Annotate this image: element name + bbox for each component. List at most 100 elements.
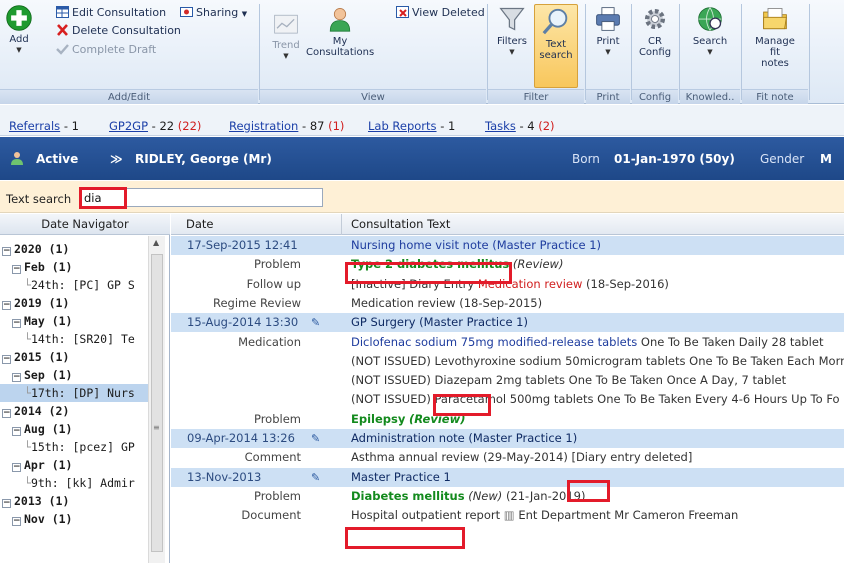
collapse-toggle-icon[interactable]: − [12, 373, 21, 382]
date-tree-item[interactable]: └15th: [pcez] GP [0, 438, 148, 456]
filters-button[interactable]: Filters ▼ [492, 4, 532, 58]
consultation-header-row[interactable]: 17-Sep-2015 12:41 Nursing home visit note… [171, 236, 844, 255]
date-tree-label: Apr (1) [24, 458, 73, 472]
date-tree-item[interactable]: − Aug (1) [0, 420, 148, 438]
date-tree-item[interactable]: − Nov (1) [0, 510, 148, 528]
table-row[interactable]: (NOT ISSUED) Paracetamol 500mg tablets O… [171, 390, 844, 409]
search-button[interactable]: Search ▼ [686, 4, 734, 58]
complete-draft-button[interactable]: Complete Draft [56, 43, 156, 57]
print-button[interactable]: Print ▼ [590, 4, 626, 58]
scrollbar[interactable]: ▲ ≡ [148, 236, 165, 563]
collapse-toggle-icon[interactable]: − [12, 427, 21, 436]
scroll-up-icon[interactable]: ▲ [153, 238, 159, 247]
referrals-link[interactable]: Referrals - 1 [9, 119, 79, 133]
entry-type: Document [241, 508, 301, 523]
highlight-box [345, 262, 512, 284]
edit-note-icon[interactable]: ✎ [311, 429, 320, 448]
table-row[interactable]: Document Hospital outpatient report ▥ Ent… [171, 506, 844, 525]
view-deleted-icon [396, 6, 409, 18]
referrals-label[interactable]: Referrals [9, 119, 60, 133]
date-tree-label: Nov (1) [24, 512, 73, 526]
edit-note-icon[interactable]: ✎ [311, 468, 320, 487]
registration-label[interactable]: Registration [229, 119, 298, 133]
table-row[interactable]: Comment Asthma annual review (29-May-2014… [171, 448, 844, 467]
tree-connector-icon: └ [24, 440, 31, 454]
column-header-consultation-text[interactable]: Consultation Text [351, 214, 450, 235]
checkmark-icon [56, 44, 69, 55]
table-row[interactable]: (NOT ISSUED) Levothyroxine sodium 50micr… [171, 352, 844, 371]
table-row[interactable]: Problem Diabetes mellitus (New) (21-Jan-2… [171, 487, 844, 506]
date-tree-label: Feb (1) [24, 260, 73, 274]
funnel-icon [499, 7, 525, 31]
collapse-toggle-icon[interactable]: − [12, 463, 21, 472]
collapse-toggle-icon[interactable]: − [2, 247, 11, 256]
lab-reports-link[interactable]: Lab Reports - 1 [368, 119, 455, 133]
view-deleted-button[interactable]: View Deleted [396, 6, 485, 20]
table-row[interactable]: Regime Review Medication review (18-Sep-2… [171, 294, 844, 313]
my-consultations-label: My Consultations [306, 36, 375, 58]
collapse-toggle-icon[interactable]: − [2, 499, 11, 508]
collapse-toggle-icon[interactable]: − [12, 319, 21, 328]
collapse-toggle-icon[interactable]: − [2, 355, 11, 364]
group-label-knowledge: Knowled.. [680, 89, 740, 104]
date-tree-label: 17th: [DP] Nurs [30, 386, 135, 400]
table-row[interactable]: (NOT ISSUED) Diazepam 2mg tablets One To… [171, 371, 844, 390]
date-tree-item[interactable]: −2019 (1) [0, 294, 148, 312]
group-divider [809, 4, 810, 100]
trend-label: Trend [272, 40, 300, 51]
trend-button[interactable]: Trend ▼ [268, 12, 304, 62]
date-tree-item[interactable]: − Apr (1) [0, 456, 148, 474]
date-tree-label: Sep (1) [24, 368, 73, 382]
date-tree-item[interactable]: └14th: [SR20] Te [0, 330, 148, 348]
sharing-icon [180, 7, 193, 17]
add-button[interactable]: Add ▼ [4, 4, 34, 56]
sharing-button[interactable]: Sharing ▼ [180, 6, 247, 21]
table-row[interactable]: Problem Epilepsy (Review) [171, 410, 844, 429]
table-row[interactable]: Medication Diclofenac sodium 75mg modifie… [171, 333, 844, 352]
date-tree-item[interactable]: − Sep (1) [0, 366, 148, 384]
collapse-toggle-icon[interactable]: − [2, 409, 11, 418]
consultation-text: Epilepsy (Review) [351, 410, 844, 429]
gp2gp-unread-count: (22) [177, 119, 202, 133]
date-tree-item[interactable]: └24th: [PC] GP S [0, 276, 148, 294]
collapse-toggle-icon[interactable]: − [12, 517, 21, 526]
collapse-toggle-icon[interactable]: − [12, 265, 21, 274]
expand-chevron-icon[interactable]: ≫ [110, 152, 123, 166]
date-tree-item[interactable]: └9th: [kk] Admir [0, 474, 148, 492]
tasks-link[interactable]: Tasks - 4 (2) [485, 119, 555, 133]
date-tree-item[interactable]: − Feb (1) [0, 258, 148, 276]
my-consultations-button[interactable]: My Consultations [306, 4, 374, 58]
group-label-fit-note: Fit note [742, 89, 808, 104]
date-tree-item[interactable]: −2013 (1) [0, 492, 148, 510]
document-attachment-icon[interactable]: ▥ [500, 508, 518, 522]
date-tree-item[interactable]: −2015 (1) [0, 348, 148, 366]
consultation-header-row[interactable]: 15-Aug-2014 13:30 ✎ GP Surgery (Master Pra… [171, 313, 844, 333]
consultation-header-row[interactable]: 13-Nov-2013 ✎ Master Practice 1 [171, 467, 844, 487]
collapse-toggle-icon[interactable]: − [2, 301, 11, 310]
text-search-button[interactable]: Text search [534, 4, 578, 88]
scrollbar-thumb[interactable] [151, 254, 163, 552]
date-tree-item[interactable]: └17th: [DP] Nurs [0, 384, 148, 402]
edit-consultation-button[interactable]: Edit Consultation [56, 6, 166, 20]
entry-type: Comment [244, 450, 301, 465]
consultation-text: Medication review (18-Sep-2015) [351, 294, 844, 313]
cr-config-button[interactable]: CR Config [636, 4, 674, 58]
delete-consultation-button[interactable]: Delete Consultation [56, 24, 181, 38]
consultation-header-row[interactable]: 09-Apr-2014 13:26 ✎ Administration note (M… [171, 429, 844, 448]
date-tree-item[interactable]: −2020 (1) [0, 240, 148, 258]
date-tree-item[interactable]: −2014 (2) [0, 402, 148, 420]
print-label: Print [596, 36, 620, 47]
date-tree-item[interactable]: − May (1) [0, 312, 148, 330]
tree-connector-icon: └ [24, 278, 31, 292]
consultation-text: Administration note (Master Practice 1) [351, 429, 844, 448]
consultation-title: Master Practice 1 [351, 469, 451, 484]
lab-reports-label[interactable]: Lab Reports [368, 119, 437, 133]
date-tree-label: 9th: [kk] Admir [30, 476, 135, 490]
gp2gp-link[interactable]: GP2GP - 22 (22) [109, 119, 201, 133]
column-header-date[interactable]: Date [186, 214, 214, 235]
manage-fit-notes-button[interactable]: Manage fit notes [746, 4, 804, 69]
gp2gp-label[interactable]: GP2GP [109, 119, 148, 133]
tasks-label[interactable]: Tasks [485, 119, 516, 133]
registration-link[interactable]: Registration - 87 (1) [229, 119, 344, 133]
edit-note-icon[interactable]: ✎ [311, 313, 320, 332]
